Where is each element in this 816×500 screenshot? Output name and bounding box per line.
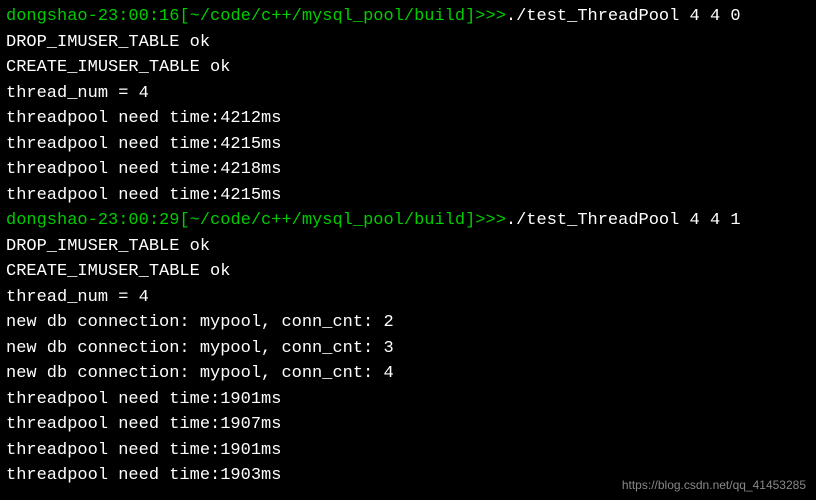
output-text: DROP_IMUSER_TABLE ok — [6, 33, 210, 52]
command-text: ./test_ThreadPool 4 4 0 — [506, 7, 741, 26]
terminal-line: new db connection: mypool, conn_cnt: 3 — [6, 336, 810, 362]
output-text: new db connection: mypool, conn_cnt: 3 — [6, 339, 394, 358]
output-text: CREATE_IMUSER_TABLE ok — [6, 262, 230, 281]
terminal-line: threadpool need time:1907ms — [6, 412, 810, 438]
command-text: ./test_ThreadPool 4 4 1 — [506, 211, 741, 230]
prompt-path: [~/code/c++/mysql_pool/build] — [179, 211, 475, 230]
prompt-arrow: >>> — [475, 211, 506, 230]
terminal-line: DROP_IMUSER_TABLE ok — [6, 30, 810, 56]
terminal-line: new db connection: mypool, conn_cnt: 2 — [6, 310, 810, 336]
output-text: threadpool need time:1901ms — [6, 441, 281, 460]
output-text: thread_num = 4 — [6, 288, 149, 307]
terminal-line: new db connection: mypool, conn_cnt: 4 — [6, 361, 810, 387]
prompt-path: [~/code/c++/mysql_pool/build] — [179, 7, 475, 26]
terminal-line: thread_num = 4 — [6, 285, 810, 311]
output-text: threadpool need time:4215ms — [6, 186, 281, 205]
output-text: DROP_IMUSER_TABLE ok — [6, 237, 210, 256]
output-text: thread_num = 4 — [6, 84, 149, 103]
output-text: threadpool need time:1901ms — [6, 390, 281, 409]
terminal-line: threadpool need time:1901ms — [6, 387, 810, 413]
output-text: threadpool need time:1903ms — [6, 466, 281, 485]
terminal-line: DROP_IMUSER_TABLE ok — [6, 234, 810, 260]
terminal-line: dongshao-23:00:29[~/code/c++/mysql_pool/… — [6, 208, 810, 234]
terminal-line: threadpool need time:4212ms — [6, 106, 810, 132]
output-text: threadpool need time:4215ms — [6, 135, 281, 154]
prompt-arrow: >>> — [475, 7, 506, 26]
output-text: new db connection: mypool, conn_cnt: 4 — [6, 364, 394, 383]
terminal-line: threadpool need time:4218ms — [6, 157, 810, 183]
terminal-line: threadpool need time:1901ms — [6, 438, 810, 464]
terminal-line: dongshao-23:00:16[~/code/c++/mysql_pool/… — [6, 4, 810, 30]
terminal-line: CREATE_IMUSER_TABLE ok — [6, 259, 810, 285]
terminal-line: CREATE_IMUSER_TABLE ok — [6, 55, 810, 81]
output-text: CREATE_IMUSER_TABLE ok — [6, 58, 230, 77]
terminal-line: threadpool need time:4215ms — [6, 183, 810, 209]
output-text: threadpool need time:4218ms — [6, 160, 281, 179]
terminal-line: threadpool need time:4215ms — [6, 132, 810, 158]
terminal-line: thread_num = 4 — [6, 81, 810, 107]
output-text: threadpool need time:1907ms — [6, 415, 281, 434]
prompt-user-time: dongshao-23:00:29 — [6, 211, 179, 230]
watermark-text: https://blog.csdn.net/qq_41453285 — [622, 476, 806, 494]
output-text: threadpool need time:4212ms — [6, 109, 281, 128]
prompt-user-time: dongshao-23:00:16 — [6, 7, 179, 26]
output-text: new db connection: mypool, conn_cnt: 2 — [6, 313, 394, 332]
terminal-window[interactable]: dongshao-23:00:16[~/code/c++/mysql_pool/… — [6, 4, 810, 489]
